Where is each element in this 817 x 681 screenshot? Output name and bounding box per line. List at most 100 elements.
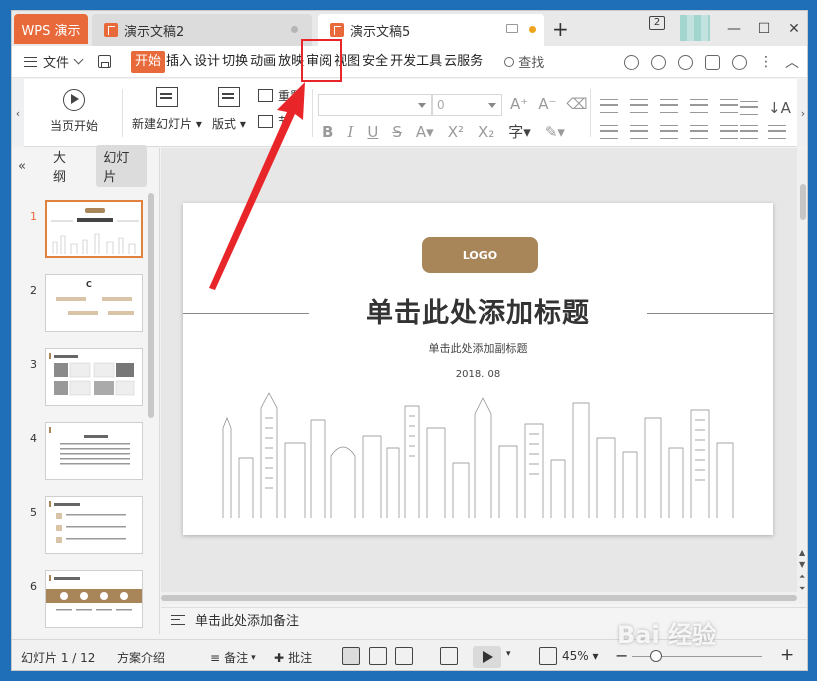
underline-icon[interactable]: U: [367, 123, 378, 141]
search-button[interactable]: 查找: [504, 52, 544, 71]
canvas-vertical-scrollbar[interactable]: ▲ ▼ ⏶ ⏷: [797, 148, 807, 604]
slide-thumb-3[interactable]: [45, 348, 143, 406]
collapse-pane-icon[interactable]: «: [18, 159, 26, 174]
tab-developer[interactable]: 开发工具: [389, 51, 443, 73]
reading-view-icon[interactable]: [395, 647, 413, 665]
tab-transition[interactable]: 切换: [221, 51, 249, 73]
close-icon[interactable]: ✕: [779, 21, 807, 37]
ribbon-scroll-right[interactable]: ›: [797, 79, 807, 147]
comment-icon[interactable]: [678, 54, 693, 70]
distribute-icon[interactable]: [720, 125, 738, 139]
increase-indent-icon[interactable]: [690, 99, 708, 113]
tab-home[interactable]: 开始: [131, 50, 166, 73]
highlight-icon[interactable]: ✎▾: [545, 123, 565, 141]
normal-view-icon[interactable]: [342, 647, 360, 665]
slide-thumb-6[interactable]: [45, 570, 143, 628]
font-name-select[interactable]: [318, 94, 432, 116]
scroll-up-icon[interactable]: ▲: [799, 548, 805, 557]
next-page-icon[interactable]: ⏷: [799, 584, 805, 594]
font-size-select[interactable]: 0: [432, 94, 502, 116]
decrease-indent-icon[interactable]: [660, 99, 678, 113]
wps-home-tab[interactable]: WPS 演示: [14, 14, 88, 44]
unsaved-dot[interactable]: [529, 26, 536, 33]
paragraph-spacing-icon[interactable]: [740, 125, 758, 139]
logo-placeholder[interactable]: LOGO: [422, 237, 538, 273]
tab-outline[interactable]: 大纲: [46, 145, 84, 187]
align-center-icon[interactable]: [630, 125, 648, 139]
align-left-icon[interactable]: [600, 125, 618, 139]
play-from-current-button[interactable]: 当页开始: [50, 89, 98, 134]
doc-tab-1[interactable]: 演示文稿2: [92, 14, 312, 46]
tab-slides[interactable]: 幻灯片: [96, 145, 147, 187]
italic-icon[interactable]: I: [347, 123, 353, 141]
monitor-icon[interactable]: [506, 24, 518, 33]
annotation-arrow: [209, 82, 305, 290]
font-color-icon[interactable]: A▾: [416, 123, 434, 141]
presentation-icon: [104, 23, 118, 37]
increase-font-icon[interactable]: A⁺: [510, 95, 528, 113]
gear-icon[interactable]: [732, 54, 747, 70]
pane-header: « 大纲 幻灯片: [12, 145, 159, 187]
window-count-badge[interactable]: 2: [649, 16, 665, 30]
maximize-icon[interactable]: ☐: [749, 21, 779, 37]
decrease-font-icon[interactable]: A⁻: [538, 95, 556, 113]
minimize-icon[interactable]: —: [719, 21, 749, 37]
strikethrough-icon[interactable]: S: [392, 123, 402, 141]
collapse-ribbon-icon[interactable]: ︿: [785, 52, 799, 72]
canvas-horizontal-scrollbar[interactable]: [161, 592, 797, 604]
tab-status-dot[interactable]: [291, 26, 298, 33]
slide-thumb-2[interactable]: C: [45, 274, 143, 332]
share-icon[interactable]: [705, 54, 720, 70]
fit-window-icon[interactable]: [539, 647, 557, 665]
slide-sorter-icon[interactable]: [369, 647, 387, 665]
bullet-list-icon[interactable]: [600, 99, 618, 113]
theme-name[interactable]: 方案介绍: [117, 649, 165, 666]
tab-design[interactable]: 设计: [193, 51, 221, 73]
tab-security[interactable]: 安全: [361, 51, 389, 73]
slide-thumb-4[interactable]: [45, 422, 143, 480]
share-user-icon[interactable]: [651, 54, 666, 70]
pinyin-icon[interactable]: 字▾: [508, 121, 531, 142]
slide-thumb-5[interactable]: [45, 496, 143, 554]
doc-tab-2[interactable]: 演示文稿5: [318, 14, 544, 46]
slide-thumb-preview: [46, 575, 142, 611]
more-icon[interactable]: ⋮: [759, 54, 773, 70]
clear-format-icon[interactable]: ⌫: [566, 95, 587, 113]
tab-animation[interactable]: 动画: [249, 51, 277, 73]
thumbnail-scrollbar[interactable]: [148, 193, 154, 418]
ribbon-scroll-left[interactable]: ‹: [12, 79, 24, 147]
prev-page-icon[interactable]: ⏶: [799, 572, 805, 582]
slide-date[interactable]: 2018. 08: [183, 369, 773, 380]
save-icon[interactable]: [98, 55, 112, 68]
new-tab-button[interactable]: +: [552, 17, 569, 41]
align-justify-icon[interactable]: [690, 125, 708, 139]
comments-button[interactable]: ✚ 批注: [274, 649, 312, 666]
play-slideshow-button[interactable]: [473, 646, 501, 668]
spacing-controls: [740, 125, 786, 139]
slide-subtitle[interactable]: 单击此处添加副标题: [183, 340, 773, 356]
scroll-thumb[interactable]: [161, 595, 797, 601]
presenter-tools-icon[interactable]: [440, 647, 458, 665]
tab-insert[interactable]: 插入: [165, 51, 193, 73]
numbered-list-icon[interactable]: [630, 99, 648, 113]
scroll-thumb[interactable]: [800, 184, 806, 220]
slide-thumb-1[interactable]: [45, 200, 143, 258]
text-box-icon[interactable]: [740, 101, 758, 115]
column-icon[interactable]: [768, 125, 786, 139]
avatar[interactable]: [680, 15, 710, 41]
superscript-icon[interactable]: X²: [448, 123, 464, 141]
thumb-number: 3: [30, 358, 37, 371]
chevron-down-icon[interactable]: ▾: [506, 649, 511, 659]
subscript-icon[interactable]: X₂: [478, 123, 494, 141]
scroll-down-icon[interactable]: ▼: [799, 560, 805, 569]
thumb-number: 1: [30, 210, 37, 223]
new-slide-button[interactable]: 新建幻灯片 ▾: [132, 87, 202, 132]
text-direction-icon[interactable]: ↓A: [768, 99, 791, 117]
file-menu[interactable]: 文件: [12, 52, 88, 71]
line-spacing-icon[interactable]: [720, 99, 738, 113]
zoom-level[interactable]: 45% ▾: [562, 649, 599, 663]
notes-toggle-button[interactable]: ≡ 备注 ▾: [210, 649, 256, 666]
cloud-sync-icon[interactable]: [624, 54, 639, 70]
align-right-icon[interactable]: [660, 125, 678, 139]
tab-cloud[interactable]: 云服务: [443, 51, 484, 73]
